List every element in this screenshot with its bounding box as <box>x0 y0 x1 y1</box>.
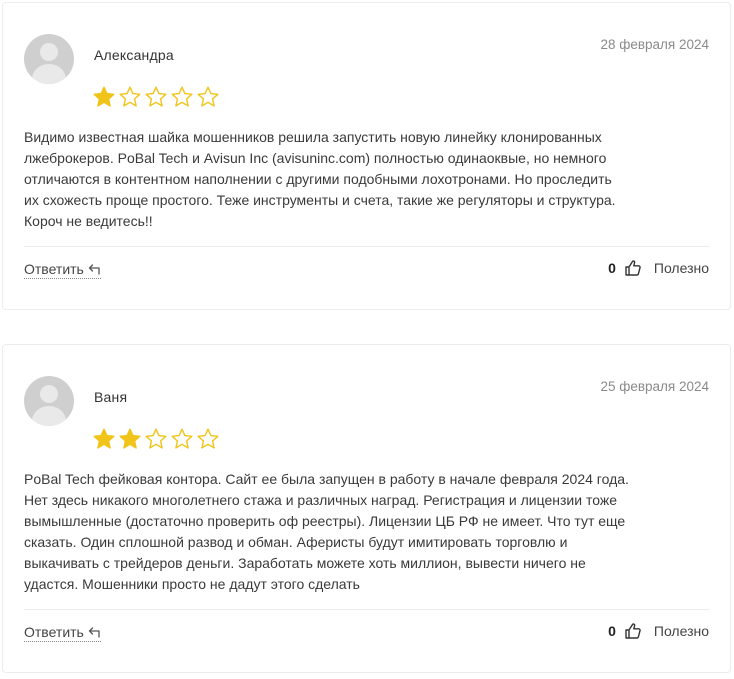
star-empty-icon <box>197 86 219 107</box>
review-text-line: удастся. Мошенники просто не дадут этого… <box>24 576 360 592</box>
reply-label: Ответить <box>24 261 84 277</box>
thumbs-up-icon[interactable] <box>624 259 642 277</box>
reply-button[interactable]: Ответить <box>24 261 101 279</box>
star-empty-icon <box>171 86 193 107</box>
like-bar: 0 Полезно <box>608 259 709 277</box>
star-rating <box>92 427 220 451</box>
divider <box>24 609 709 610</box>
review-card: Ваня 25 февраля 2024 PoBal Tech фейковая… <box>2 344 731 673</box>
star-empty-icon <box>145 428 167 449</box>
star-filled-icon <box>93 428 115 449</box>
review-text-line: отличаются в контентном наполнении с дру… <box>24 171 612 187</box>
review-text-line: PoBal Tech фейковая контора. Сайт ее был… <box>24 471 629 487</box>
reply-arrow-icon <box>88 264 100 275</box>
review-date: 25 февраля 2024 <box>600 379 709 394</box>
reply-button[interactable]: Ответить <box>24 624 101 642</box>
reply-label: Ответить <box>24 624 84 640</box>
star-rating <box>92 85 220 109</box>
like-bar: 0 Полезно <box>608 622 709 640</box>
review-text: PoBal Tech фейковая контора. Сайт ее был… <box>24 469 712 595</box>
like-count: 0 <box>608 623 616 639</box>
review-text-line: их схожесть проще простого. Теже инструм… <box>24 192 616 208</box>
review-text: Видимо известная шайка мошенников решила… <box>24 127 712 232</box>
review-card: Александра 28 февраля 2024 Видимо извест… <box>2 2 731 310</box>
review-text-line: сказать. Один сплошной развод и обман. А… <box>24 534 568 550</box>
review-text-line: вымышленные (достаточно проверить оф рее… <box>24 513 626 529</box>
divider <box>24 246 709 247</box>
review-author: Ваня <box>94 389 128 405</box>
review-date: 28 февраля 2024 <box>600 37 709 52</box>
star-empty-icon <box>197 428 219 449</box>
star-filled-icon <box>93 86 115 107</box>
avatar <box>24 34 74 84</box>
review-text-line: лжеброкеров. PoBal Tech и Avisun Inc (av… <box>24 150 607 166</box>
review-text-line: Короч не ведитесь!! <box>24 213 153 229</box>
helpful-button[interactable]: Полезно <box>654 260 709 276</box>
helpful-button[interactable]: Полезно <box>654 623 709 639</box>
avatar <box>24 376 74 426</box>
review-text-line: выкачивать с трейдеров деньги. Заработат… <box>24 555 586 571</box>
thumbs-up-icon[interactable] <box>624 622 642 640</box>
star-empty-icon <box>119 86 141 107</box>
review-author: Александра <box>94 47 174 63</box>
like-count: 0 <box>608 260 616 276</box>
review-text-line: Видимо известная шайка мошенников решила… <box>24 129 602 145</box>
review-text-line: Нет здесь никакого многолетнего стажа и … <box>24 492 617 508</box>
star-empty-icon <box>145 86 167 107</box>
star-empty-icon <box>171 428 193 449</box>
reply-arrow-icon <box>88 627 100 638</box>
star-filled-icon <box>119 428 141 449</box>
